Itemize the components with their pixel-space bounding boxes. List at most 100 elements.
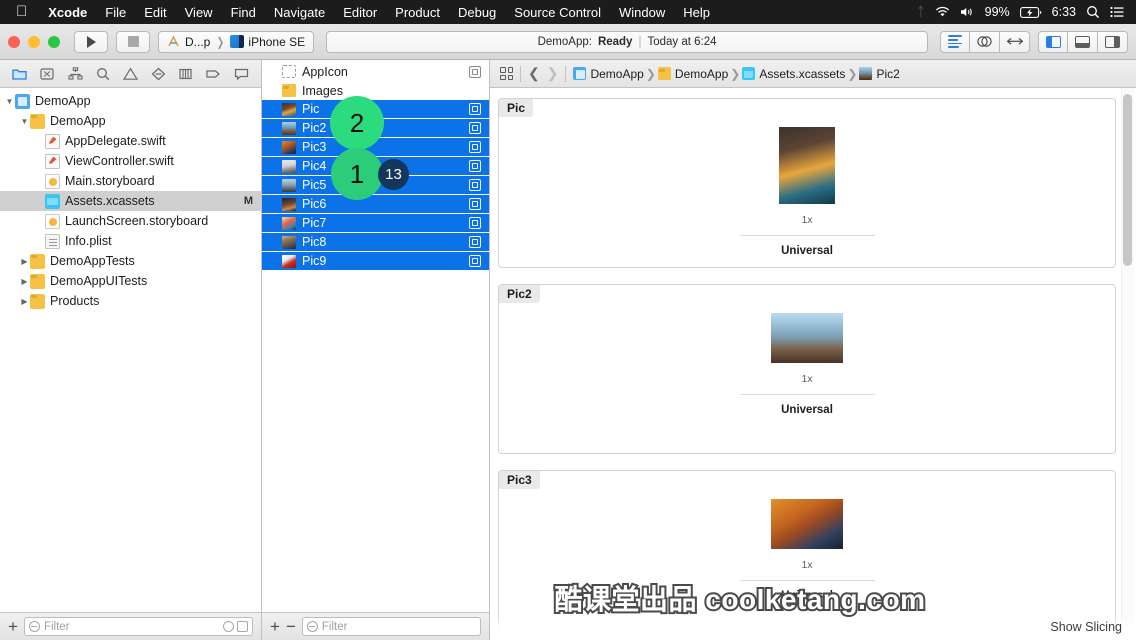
asset-row-label: Images bbox=[302, 83, 343, 98]
back-arrow-icon[interactable]: ❮ bbox=[528, 65, 540, 82]
nav-row-demoappuitests[interactable]: ▶ DemoAppUITests bbox=[0, 271, 261, 291]
breadcrumb-item-demoapp[interactable]: DemoApp bbox=[657, 66, 729, 81]
forward-arrow-icon[interactable]: ❯ bbox=[547, 65, 559, 82]
issue-navigator-tab[interactable] bbox=[119, 64, 141, 84]
breadcrumb-item-assets-xcassets[interactable]: Assets.xcassets bbox=[742, 67, 845, 81]
image-thumbnail[interactable] bbox=[779, 127, 835, 204]
menu-item-navigate[interactable]: Navigate bbox=[265, 5, 334, 20]
image-thumbnail[interactable] bbox=[771, 499, 843, 549]
utilities-toggle-button[interactable] bbox=[1098, 30, 1128, 53]
debug-navigator-tab[interactable] bbox=[175, 64, 197, 84]
menu-item-product[interactable]: Product bbox=[386, 5, 449, 20]
standard-editor-button[interactable] bbox=[940, 30, 970, 53]
disclosure-triangle[interactable]: ▶ bbox=[19, 297, 30, 306]
menu-item-xcode[interactable]: Xcode bbox=[39, 5, 96, 20]
recent-files-icon[interactable] bbox=[223, 621, 234, 632]
remove-asset-button[interactable]: − bbox=[286, 618, 296, 635]
asset-row-label: Pic4 bbox=[302, 159, 327, 173]
menu-item-help[interactable]: Help bbox=[674, 5, 719, 20]
project-navigator-tab[interactable] bbox=[9, 64, 31, 84]
show-slicing-button[interactable]: Show Slicing bbox=[1050, 620, 1122, 634]
asset-row-pic9[interactable]: Pic9 bbox=[262, 252, 489, 271]
asset-row-pic6[interactable]: Pic6 bbox=[262, 195, 489, 214]
asset-list[interactable]: AppIcon Images Pic Pic2 Pic3 Pic4 Pic5 Pic6 Pic7… bbox=[262, 60, 489, 612]
disclosure-triangle[interactable]: ▼ bbox=[19, 117, 30, 126]
image-thumbnail[interactable] bbox=[771, 313, 843, 363]
menu-item-file[interactable]: File bbox=[96, 5, 135, 20]
image-set-icon bbox=[859, 67, 873, 80]
editor-scrollbar-thumb[interactable] bbox=[1123, 94, 1132, 266]
spotlight-search-icon[interactable] bbox=[1086, 5, 1100, 19]
related-items-icon[interactable] bbox=[500, 67, 513, 80]
scheme-selector[interactable]: D...p ❭ iPhone SE bbox=[158, 30, 315, 53]
control-center-icon[interactable] bbox=[1110, 6, 1124, 18]
menu-item-find[interactable]: Find bbox=[222, 5, 265, 20]
asset-filter-input[interactable]: Filter bbox=[301, 617, 481, 636]
version-editor-button[interactable] bbox=[1000, 30, 1030, 53]
nav-row-appdelegate-swift[interactable]: ▶AppDelegate.swift bbox=[0, 131, 261, 151]
minimize-window-button[interactable] bbox=[28, 35, 40, 48]
navigator-toggle-button[interactable] bbox=[1038, 30, 1068, 53]
nav-row-viewcontroller-swift[interactable]: ▶ViewController.swift bbox=[0, 151, 261, 171]
stop-button[interactable] bbox=[116, 30, 150, 53]
apple-menu-icon[interactable]:  bbox=[8, 4, 39, 21]
disclosure-triangle[interactable]: ▶ bbox=[19, 277, 30, 286]
assistant-editor-button[interactable] bbox=[970, 30, 1000, 53]
navigator-filter-input[interactable]: Filter bbox=[23, 617, 253, 636]
image-device-label: Universal bbox=[781, 245, 833, 257]
source-control-filter-icon[interactable] bbox=[237, 621, 248, 632]
panel-toggle-group bbox=[1038, 30, 1128, 53]
nav-row-main-storyboard[interactable]: ▶Main.storyboard bbox=[0, 171, 261, 191]
menu-bar:  Xcode File Edit View Find Navigate Edi… bbox=[0, 0, 1136, 24]
asset-row-pic7[interactable]: Pic7 bbox=[262, 214, 489, 233]
universal-badge bbox=[469, 103, 481, 115]
wifi-icon[interactable] bbox=[935, 6, 950, 18]
nav-row-launchscreen-storyboard[interactable]: ▶LaunchScreen.storyboard bbox=[0, 211, 261, 231]
menu-item-view[interactable]: View bbox=[176, 5, 222, 20]
breakpoint-navigator-tab[interactable] bbox=[202, 64, 224, 84]
bluetooth-icon[interactable]: ᛏ bbox=[917, 5, 925, 19]
breadcrumb-item-demoapp[interactable]: DemoApp bbox=[573, 66, 644, 81]
nav-row-products[interactable]: ▶ Products bbox=[0, 291, 261, 311]
source-control-navigator-tab[interactable] bbox=[36, 64, 58, 84]
run-button[interactable] bbox=[74, 30, 108, 53]
nav-row-demoapp[interactable]: ▼ DemoApp bbox=[0, 111, 261, 131]
menu-item-debug[interactable]: Debug bbox=[449, 5, 505, 20]
project-navigator-tree[interactable]: ▼DemoApp▼DemoApp▶AppDelegate.swift▶ViewC… bbox=[0, 88, 261, 612]
asset-row-pic8[interactable]: Pic8 bbox=[262, 233, 489, 252]
menu-item-window[interactable]: Window bbox=[610, 5, 674, 20]
nav-row-assets-xcassets[interactable]: ▶Assets.xcassetsM bbox=[0, 191, 261, 211]
breadcrumb-item-pic2[interactable]: Pic2 bbox=[859, 67, 900, 81]
menu-item-edit[interactable]: Edit bbox=[135, 5, 175, 20]
battery-charging-icon[interactable] bbox=[1019, 6, 1042, 18]
report-navigator-tab[interactable] bbox=[230, 64, 252, 84]
find-navigator-tab[interactable] bbox=[92, 64, 114, 84]
asset-row-images[interactable]: Images bbox=[262, 81, 489, 100]
breadcrumb-label: DemoApp bbox=[590, 66, 644, 81]
nav-row-demoapp[interactable]: ▼ DemoApp bbox=[0, 91, 261, 111]
activity-status-bar: DemoApp: Ready | Today at 6:24 bbox=[326, 30, 928, 53]
add-asset-button[interactable]: + bbox=[270, 618, 280, 635]
breadcrumb-label: DemoApp bbox=[674, 66, 729, 81]
volume-icon[interactable] bbox=[960, 6, 975, 18]
image-set-pic[interactable]: Pic 1x Universal bbox=[498, 98, 1116, 268]
disclosure-triangle[interactable]: ▼ bbox=[4, 97, 15, 106]
nav-row-demoapptests[interactable]: ▶ DemoAppTests bbox=[0, 251, 261, 271]
asset-row-appicon[interactable]: AppIcon bbox=[262, 62, 489, 81]
test-navigator-tab[interactable] bbox=[147, 64, 169, 84]
menu-item-editor[interactable]: Editor bbox=[334, 5, 386, 20]
asset-detail-view[interactable]: Pic 1x Universal Pic2 1x Universal Pic3 1x Unive… bbox=[490, 88, 1136, 640]
menubar-clock[interactable]: 6:33 bbox=[1052, 5, 1076, 19]
nav-row-info-plist[interactable]: ▶Info.plist bbox=[0, 231, 261, 251]
menu-item-source-control[interactable]: Source Control bbox=[505, 5, 610, 20]
image-set-pic2[interactable]: Pic2 1x Universal bbox=[498, 284, 1116, 454]
image-scale-label: 1x bbox=[801, 373, 813, 385]
window-controls bbox=[8, 35, 66, 48]
folder-icon bbox=[30, 113, 45, 129]
close-window-button[interactable] bbox=[8, 35, 20, 48]
add-file-button[interactable]: + bbox=[8, 618, 18, 635]
symbol-navigator-tab[interactable] bbox=[64, 64, 86, 84]
debug-area-toggle-button[interactable] bbox=[1068, 30, 1098, 53]
disclosure-triangle[interactable]: ▶ bbox=[19, 257, 30, 266]
zoom-window-button[interactable] bbox=[48, 35, 60, 48]
